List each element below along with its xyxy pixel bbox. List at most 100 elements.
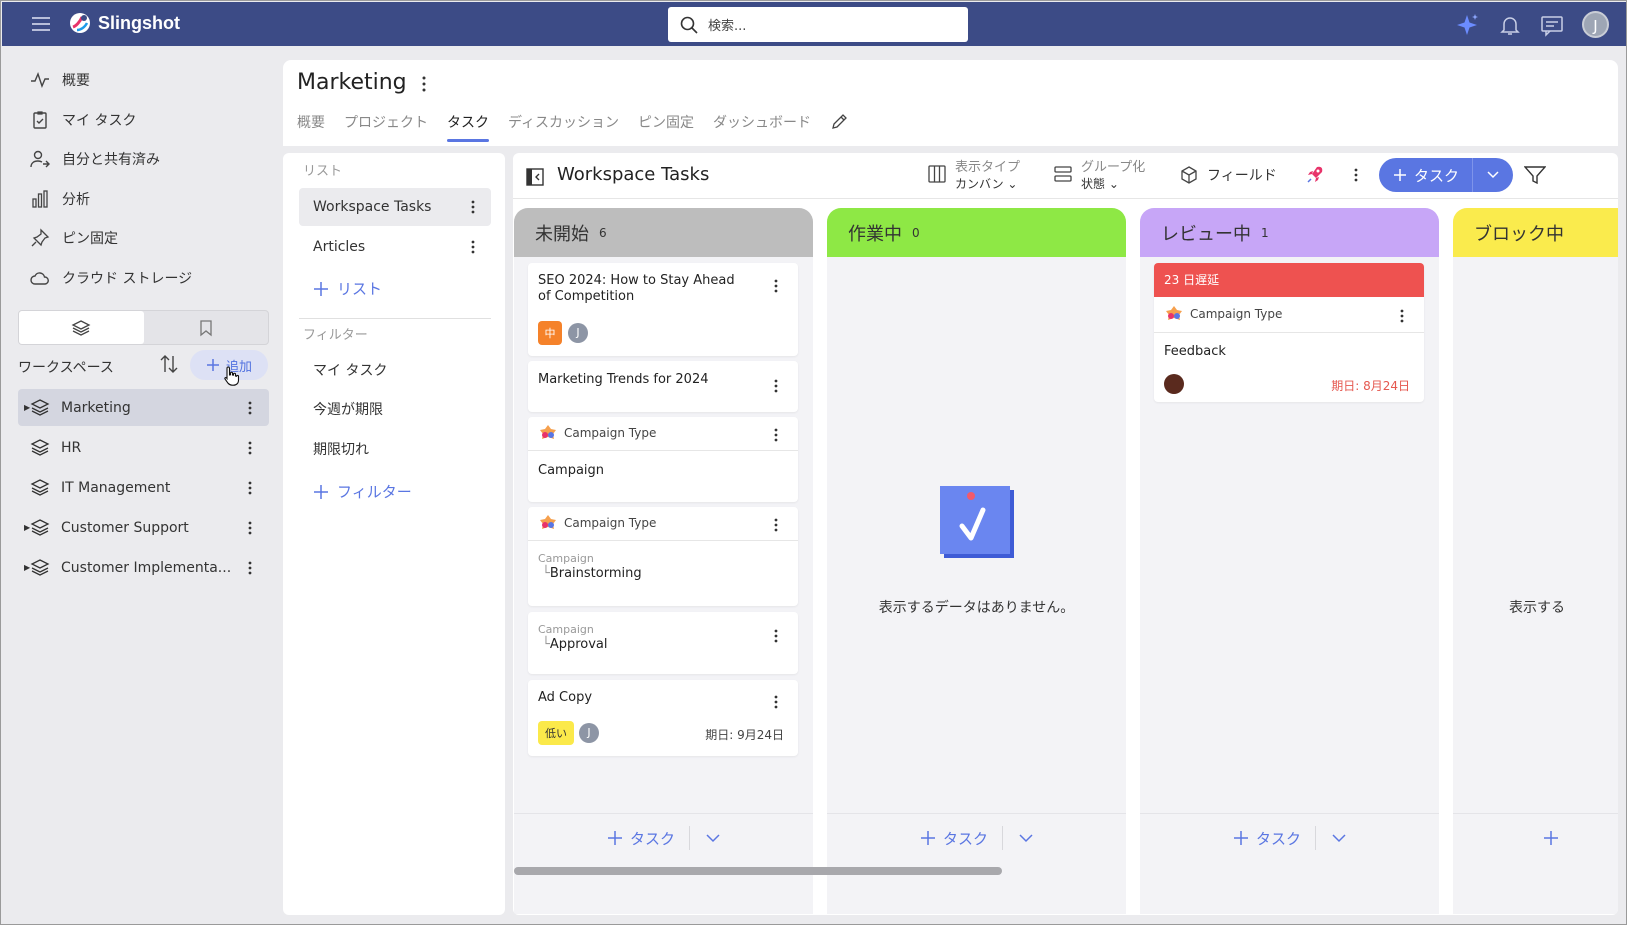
add-task-button[interactable]: タスク xyxy=(1233,826,1316,850)
plus-icon xyxy=(206,359,219,371)
nav-pinned[interactable]: ピン固定 xyxy=(30,224,118,252)
search-bar[interactable]: 検索... xyxy=(668,7,968,42)
plus-icon[interactable] xyxy=(1543,830,1559,846)
nav-analytics[interactable]: 分析 xyxy=(30,185,90,213)
chat-icon[interactable] xyxy=(1539,12,1565,38)
tab-projects[interactable]: プロジェクト xyxy=(344,112,428,142)
tab-overview[interactable]: 概要 xyxy=(297,112,325,142)
filter-due-this-week[interactable]: 今週が期限 xyxy=(299,390,491,428)
list-item-workspace-tasks[interactable]: Workspace Tasks xyxy=(299,188,491,226)
more-vertical-icon[interactable] xyxy=(247,440,253,456)
card-divider xyxy=(528,540,798,541)
chevron-down-icon[interactable] xyxy=(706,833,720,843)
search-input[interactable]: 検索... xyxy=(708,15,746,34)
tab-bookmarks[interactable] xyxy=(144,311,269,344)
tab-tasks[interactable]: タスク xyxy=(447,112,489,142)
nav-overview[interactable]: 概要 xyxy=(30,66,90,94)
nav-my-tasks[interactable]: マイ タスク xyxy=(30,106,136,134)
add-task-button[interactable]: タスク xyxy=(607,826,690,850)
new-task-label: タスク xyxy=(1414,166,1460,185)
view-type-label: 表示タイプ xyxy=(955,160,1021,175)
add-list-label: リスト xyxy=(337,280,383,298)
more-vertical-icon[interactable] xyxy=(773,427,779,443)
chevron-down-icon[interactable] xyxy=(1332,833,1346,843)
app-logo[interactable]: Slingshot xyxy=(68,11,180,35)
workspace-item-hr[interactable]: HR xyxy=(18,429,269,466)
chevron-down-icon xyxy=(1487,171,1499,179)
nav-cloud-storage[interactable]: クラウド ストレージ xyxy=(30,264,192,292)
fields-button[interactable]: フィールド xyxy=(1179,165,1277,185)
more-vertical-icon[interactable] xyxy=(773,278,779,294)
menu-icon[interactable] xyxy=(30,14,52,34)
ai-sparkle-icon[interactable] xyxy=(1454,12,1480,38)
filter-icon[interactable] xyxy=(1524,165,1546,185)
priority-badge[interactable]: 低い xyxy=(538,721,574,745)
sidebar-segmented-control xyxy=(18,310,269,345)
workspace-item-customer-support[interactable]: ▶ Customer Support xyxy=(18,509,269,546)
column-header[interactable]: ブロック中 xyxy=(1453,208,1618,257)
more-vertical-icon[interactable] xyxy=(247,480,253,496)
subtask-connector: └ xyxy=(542,566,550,581)
assignee-avatar[interactable] xyxy=(1164,374,1184,394)
more-vertical-icon[interactable] xyxy=(1399,308,1405,324)
column-header[interactable]: 未開始 6 xyxy=(514,208,813,257)
workspace-item-customer-implementation[interactable]: ▶ Customer Implementa... xyxy=(18,549,269,586)
task-card[interactable]: 23 日遅延 Campaign Type Feedback 期日: 8月24日 xyxy=(1154,263,1424,402)
top-bar: Slingshot 検索... J xyxy=(2,2,1626,46)
priority-badge[interactable]: 中 xyxy=(538,321,562,345)
column-in-progress: 作業中 0 表示するデータはありません。 xyxy=(827,208,1126,914)
user-avatar[interactable]: J xyxy=(1582,11,1609,38)
task-card[interactable]: SEO 2024: How to Stay Ahead of Competiti… xyxy=(528,263,798,356)
filter-overdue[interactable]: 期限切れ xyxy=(299,430,491,468)
tab-workspaces[interactable] xyxy=(19,311,144,344)
workspace-item-it-management[interactable]: IT Management xyxy=(18,469,269,506)
collapse-panel-icon[interactable] xyxy=(525,167,545,187)
new-task-main[interactable]: タスク xyxy=(1379,158,1473,192)
parent-task-label: Campaign xyxy=(538,623,594,636)
new-task-button[interactable]: タスク xyxy=(1379,158,1513,192)
task-card[interactable]: Campaign └Approval xyxy=(528,612,798,674)
subtask-title: └Approval xyxy=(542,637,608,652)
group-by-button[interactable]: グループ化 状態 ⌄ xyxy=(1053,156,1145,192)
task-card[interactable]: Ad Copy 低い J 期日: 9月24日 xyxy=(528,680,798,756)
new-task-dropdown[interactable] xyxy=(1473,171,1513,179)
more-vertical-icon[interactable] xyxy=(773,628,779,644)
add-task-button[interactable]: タスク xyxy=(920,826,1003,850)
bar-chart-icon xyxy=(32,190,48,208)
nav-shared-with-me[interactable]: 自分と共有済み xyxy=(30,145,160,173)
horizontal-scrollbar[interactable] xyxy=(514,867,1002,875)
more-vertical-icon[interactable] xyxy=(247,560,253,576)
more-vertical-icon[interactable] xyxy=(247,400,253,416)
add-list-button[interactable]: リスト xyxy=(313,278,382,299)
tab-pinned[interactable]: ピン固定 xyxy=(638,112,694,142)
assignee-avatar[interactable]: J xyxy=(568,323,588,343)
more-vertical-icon[interactable] xyxy=(773,517,779,533)
tab-dashboard[interactable]: ダッシュボード xyxy=(713,112,811,142)
column-header[interactable]: レビュー中 1 xyxy=(1140,208,1439,257)
rocket-icon[interactable] xyxy=(1304,164,1326,186)
more-vertical-icon[interactable] xyxy=(470,199,476,215)
column-header[interactable]: 作業中 0 xyxy=(827,208,1126,257)
workspace-item-marketing[interactable]: ▶ Marketing xyxy=(18,389,269,426)
sort-icon[interactable] xyxy=(158,353,180,375)
pencil-icon[interactable] xyxy=(830,113,848,131)
task-card[interactable]: Campaign Type Campaign xyxy=(528,417,798,502)
more-vertical-icon[interactable] xyxy=(773,378,779,394)
filter-my-tasks[interactable]: マイ タスク xyxy=(299,351,491,389)
task-card[interactable]: Marketing Trends for 2024 xyxy=(528,361,798,412)
list-item-articles[interactable]: Articles xyxy=(299,228,491,266)
more-vertical-icon[interactable] xyxy=(773,694,779,710)
more-vertical-icon[interactable] xyxy=(247,520,253,536)
assignee-avatar[interactable]: J xyxy=(579,723,599,743)
campaign-type-label: Campaign Type xyxy=(564,426,657,440)
bell-icon[interactable] xyxy=(1497,12,1523,38)
task-card[interactable]: Campaign Type Campaign └Brainstorming xyxy=(528,507,798,606)
more-vertical-icon[interactable] xyxy=(421,75,427,93)
more-vertical-icon[interactable] xyxy=(1353,167,1359,183)
workspace-label: IT Management xyxy=(61,479,171,496)
chevron-down-icon[interactable] xyxy=(1019,833,1033,843)
more-vertical-icon[interactable] xyxy=(470,239,476,255)
add-filter-button[interactable]: フィルター xyxy=(313,481,412,502)
view-type-button[interactable]: 表示タイプ カンバン ⌄ xyxy=(927,156,1020,192)
tab-discussion[interactable]: ディスカッション xyxy=(508,112,619,142)
